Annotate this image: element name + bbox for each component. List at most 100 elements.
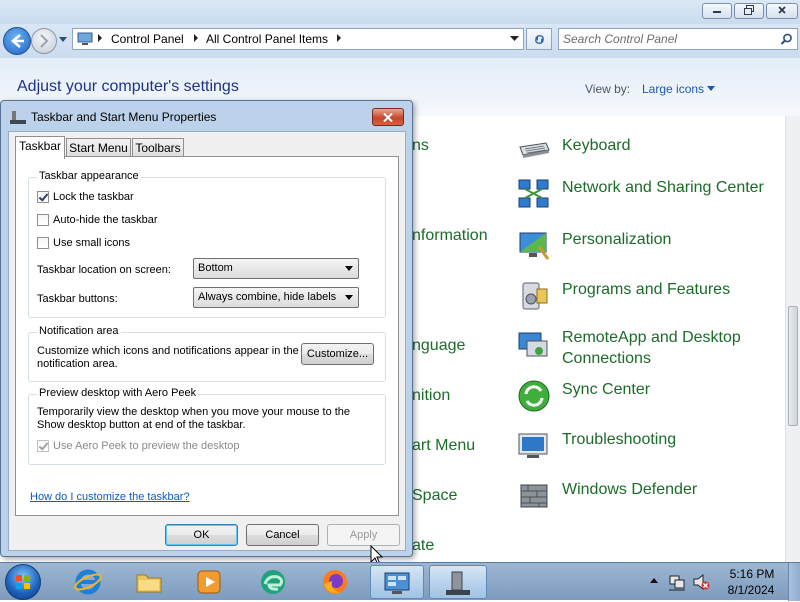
item-label-fragment[interactable]: ns <box>412 137 429 155</box>
item-label-fragment[interactable]: ate <box>412 537 434 555</box>
defender-icon <box>520 484 548 508</box>
breadcrumb-control-panel[interactable]: Control Panel <box>111 32 184 46</box>
buttons-select[interactable]: Always combine, hide labels <box>193 287 359 308</box>
chevron-right-icon[interactable] <box>336 34 342 42</box>
taskbar-media-player[interactable] <box>187 565 231 599</box>
network-tray-icon[interactable] <box>668 573 686 591</box>
edge-icon <box>261 570 285 594</box>
clock-date[interactable]: 8/1/2024 <box>723 583 779 597</box>
chevron-down-icon[interactable] <box>510 36 519 42</box>
aero-description: Temporarily view the desktop when you mo… <box>37 406 351 418</box>
close-button[interactable] <box>766 3 798 19</box>
cancel-button[interactable]: Cancel <box>246 524 319 546</box>
chevron-down-icon[interactable] <box>707 86 715 91</box>
taskbar-tab-panel: Taskbar appearance Lock the taskbar Auto… <box>15 156 399 516</box>
small-icons-label[interactable]: Use small icons <box>53 237 130 250</box>
forward-arrow-icon <box>40 34 49 48</box>
group-title: Notification area <box>37 325 121 337</box>
item-label-fragment[interactable]: nition <box>412 387 450 405</box>
network-icon <box>518 179 549 208</box>
window-titlebar <box>0 0 800 24</box>
chevron-right-icon[interactable] <box>97 34 103 42</box>
group-aero-peek: Preview desktop with Aero Peek Temporari… <box>28 387 386 465</box>
media-player-icon <box>197 570 221 594</box>
address-bar[interactable]: Control Panel All Control Panel Items <box>72 28 524 50</box>
keyboard-icon <box>519 142 550 158</box>
aero-peek-checkbox[interactable] <box>37 440 49 452</box>
taskbar-properties-window[interactable] <box>429 565 487 599</box>
cp-item-label: Windows Defender <box>562 481 698 498</box>
customize-button[interactable]: Customize... <box>301 343 374 365</box>
tab-taskbar[interactable]: Taskbar <box>15 136 65 159</box>
maximize-button[interactable] <box>734 3 764 19</box>
control-panel-small-icon <box>77 32 93 45</box>
aero-peek-label[interactable]: Use Aero Peek to preview the desktop <box>53 440 240 453</box>
taskbar-edge[interactable] <box>251 565 295 599</box>
location-label: Taskbar location on screen: <box>37 264 171 276</box>
item-label-fragment[interactable]: art Menu <box>412 437 475 455</box>
tab-start-menu[interactable]: Start Menu <box>66 138 131 158</box>
show-hidden-icons-icon[interactable] <box>650 577 658 583</box>
cp-item-label: Personalization <box>562 231 672 248</box>
apply-button[interactable]: Apply <box>327 524 400 546</box>
cp-item-label: Troubleshooting <box>562 431 677 448</box>
cp-item-label: Programs and Features <box>562 281 731 298</box>
volume-muted-icon[interactable] <box>692 573 710 591</box>
aero-description: Show desktop button at end of the taskba… <box>37 419 246 431</box>
minimize-button[interactable] <box>702 3 732 19</box>
taskbar-firefox[interactable] <box>313 565 357 599</box>
search-box[interactable] <box>558 28 798 50</box>
taskbar-internet-explorer[interactable] <box>66 565 110 599</box>
chevron-down-icon <box>345 266 353 271</box>
show-desktop-button[interactable] <box>788 563 800 601</box>
dialog-close-button[interactable] <box>372 108 404 126</box>
vertical-scrollbar[interactable] <box>785 116 800 562</box>
restore-icon <box>744 5 754 15</box>
taskbar-properties-dialog: Taskbar and Start Menu Properties Taskba… <box>0 100 413 557</box>
cp-item-label: Network and Sharing Center <box>562 179 764 196</box>
taskbar-file-explorer[interactable] <box>127 565 171 599</box>
lock-taskbar-label[interactable]: Lock the taskbar <box>53 191 134 204</box>
taskbar-properties-icon <box>10 111 26 124</box>
clock-time[interactable]: 5:16 PM <box>727 567 777 581</box>
small-icons-checkbox[interactable] <box>37 237 49 249</box>
taskbar: 5:16 PM 8/1/2024 <box>0 562 800 601</box>
remoteapp-icon <box>518 332 548 357</box>
folder-icon <box>136 574 162 593</box>
internet-explorer-icon <box>74 569 102 595</box>
start-button[interactable] <box>5 564 41 600</box>
cp-item-label: RemoteApp and Desktop Connections <box>562 329 741 367</box>
forward-button[interactable] <box>31 28 57 54</box>
notification-description: notification area. <box>37 358 118 370</box>
autohide-checkbox[interactable] <box>37 214 49 226</box>
back-button[interactable] <box>3 27 31 55</box>
programs-icon <box>522 282 548 310</box>
dialog-title: Taskbar and Start Menu Properties <box>31 110 217 124</box>
search-input[interactable] <box>563 29 773 49</box>
ok-button[interactable]: OK <box>165 524 238 546</box>
breadcrumb-all-items[interactable]: All Control Panel Items <box>206 32 328 46</box>
refresh-button[interactable] <box>526 28 552 50</box>
autohide-label[interactable]: Auto-hide the taskbar <box>53 214 158 227</box>
chevron-right-icon[interactable] <box>193 34 199 42</box>
close-icon <box>778 6 786 14</box>
location-select[interactable]: Bottom <box>193 258 359 279</box>
personalization-icon <box>519 232 550 260</box>
cp-item-label: Sync Center <box>562 381 651 398</box>
troubleshooting-icon <box>518 433 548 458</box>
item-label-fragment[interactable]: nguage <box>412 337 465 355</box>
firefox-icon <box>323 570 347 594</box>
item-label-fragment[interactable]: Space <box>412 487 457 505</box>
page-title: Adjust your computer's settings <box>17 78 239 95</box>
item-label-fragment[interactable]: nformation <box>412 227 488 245</box>
help-link[interactable]: How do I customize the taskbar? <box>30 491 190 503</box>
taskbar-control-panel[interactable] <box>370 565 424 599</box>
recent-pages-dropdown-icon[interactable] <box>58 36 68 44</box>
view-by-dropdown[interactable]: Large icons <box>642 82 704 96</box>
tab-toolbars[interactable]: Toolbars <box>132 138 184 158</box>
search-icon[interactable] <box>780 33 793 46</box>
buttons-label: Taskbar buttons: <box>37 293 118 305</box>
lock-taskbar-checkbox[interactable] <box>37 191 49 203</box>
scrollbar-thumb[interactable] <box>788 306 798 426</box>
chevron-down-icon <box>345 295 353 300</box>
